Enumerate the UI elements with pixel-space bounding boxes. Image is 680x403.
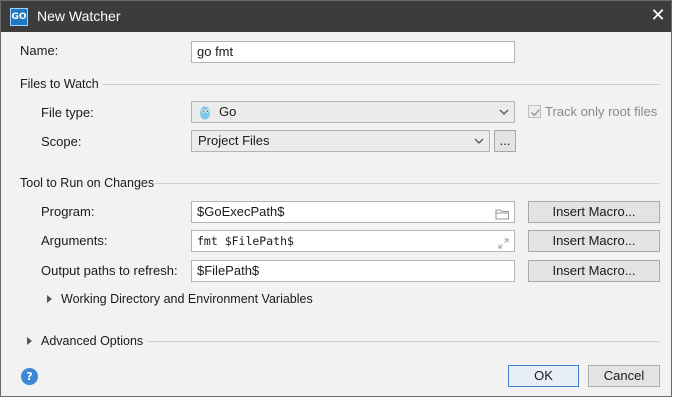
cancel-button[interactable]: Cancel [588,365,660,387]
expand-icon[interactable] [498,235,509,251]
close-icon[interactable]: ✕ [647,5,669,27]
track-root-checkbox[interactable] [528,105,541,118]
folder-icon[interactable] [495,206,510,222]
program-value: $GoExecPath$ [197,204,285,219]
program-label: Program: [41,204,95,219]
output-insert-macro-button[interactable]: Insert Macro... [528,260,660,282]
working-directory-toggle[interactable]: Working Directory and Environment Variab… [61,292,313,306]
chevron-down-icon [474,138,484,144]
tool-to-run-title: Tool to Run on Changes [20,176,155,190]
output-paths-label: Output paths to refresh: [41,263,178,278]
chevron-down-icon [499,109,509,115]
track-root-label: Track only root files [545,104,658,119]
name-input[interactable]: go fmt [191,41,515,63]
scope-value: Project Files [198,133,270,148]
help-icon[interactable]: ? [21,368,38,385]
scope-dropdown[interactable]: Project Files [191,130,490,152]
file-type-value: Go [219,104,237,119]
new-watcher-dialog: GO New Watcher ✕ Name: go fmt Files to W… [0,0,672,397]
arguments-value: fmt $FilePath$ [197,234,294,248]
program-input[interactable]: $GoExecPath$ [191,201,515,223]
output-paths-input[interactable]: $FilePath$ [191,260,515,282]
goland-app-icon: GO [10,8,28,26]
scope-label: Scope: [41,134,82,149]
ok-button[interactable]: OK [508,365,579,387]
expand-triangle-icon[interactable] [47,295,52,303]
title-bar[interactable]: GO New Watcher ✕ [1,1,671,32]
file-type-dropdown[interactable]: Go [191,101,515,123]
files-to-watch-title: Files to Watch [20,77,99,91]
program-insert-macro-button[interactable]: Insert Macro... [528,201,660,223]
files-to-watch-separator [103,84,659,85]
name-label: Name: [20,43,59,58]
dialog-title: New Watcher [37,8,121,24]
go-gopher-icon [199,105,211,126]
advanced-options-toggle[interactable]: Advanced Options [41,334,143,348]
arguments-label: Arguments: [41,233,108,248]
tool-to-run-separator [154,183,659,184]
file-type-label: File type: [41,105,94,120]
arguments-insert-macro-button[interactable]: Insert Macro... [528,230,660,252]
arguments-input[interactable]: fmt $FilePath$ [191,230,515,252]
advanced-options-separator [147,341,659,342]
scope-browse-button[interactable]: ... [494,130,516,152]
expand-triangle-icon[interactable] [27,337,32,345]
checkmark-icon [530,108,541,117]
